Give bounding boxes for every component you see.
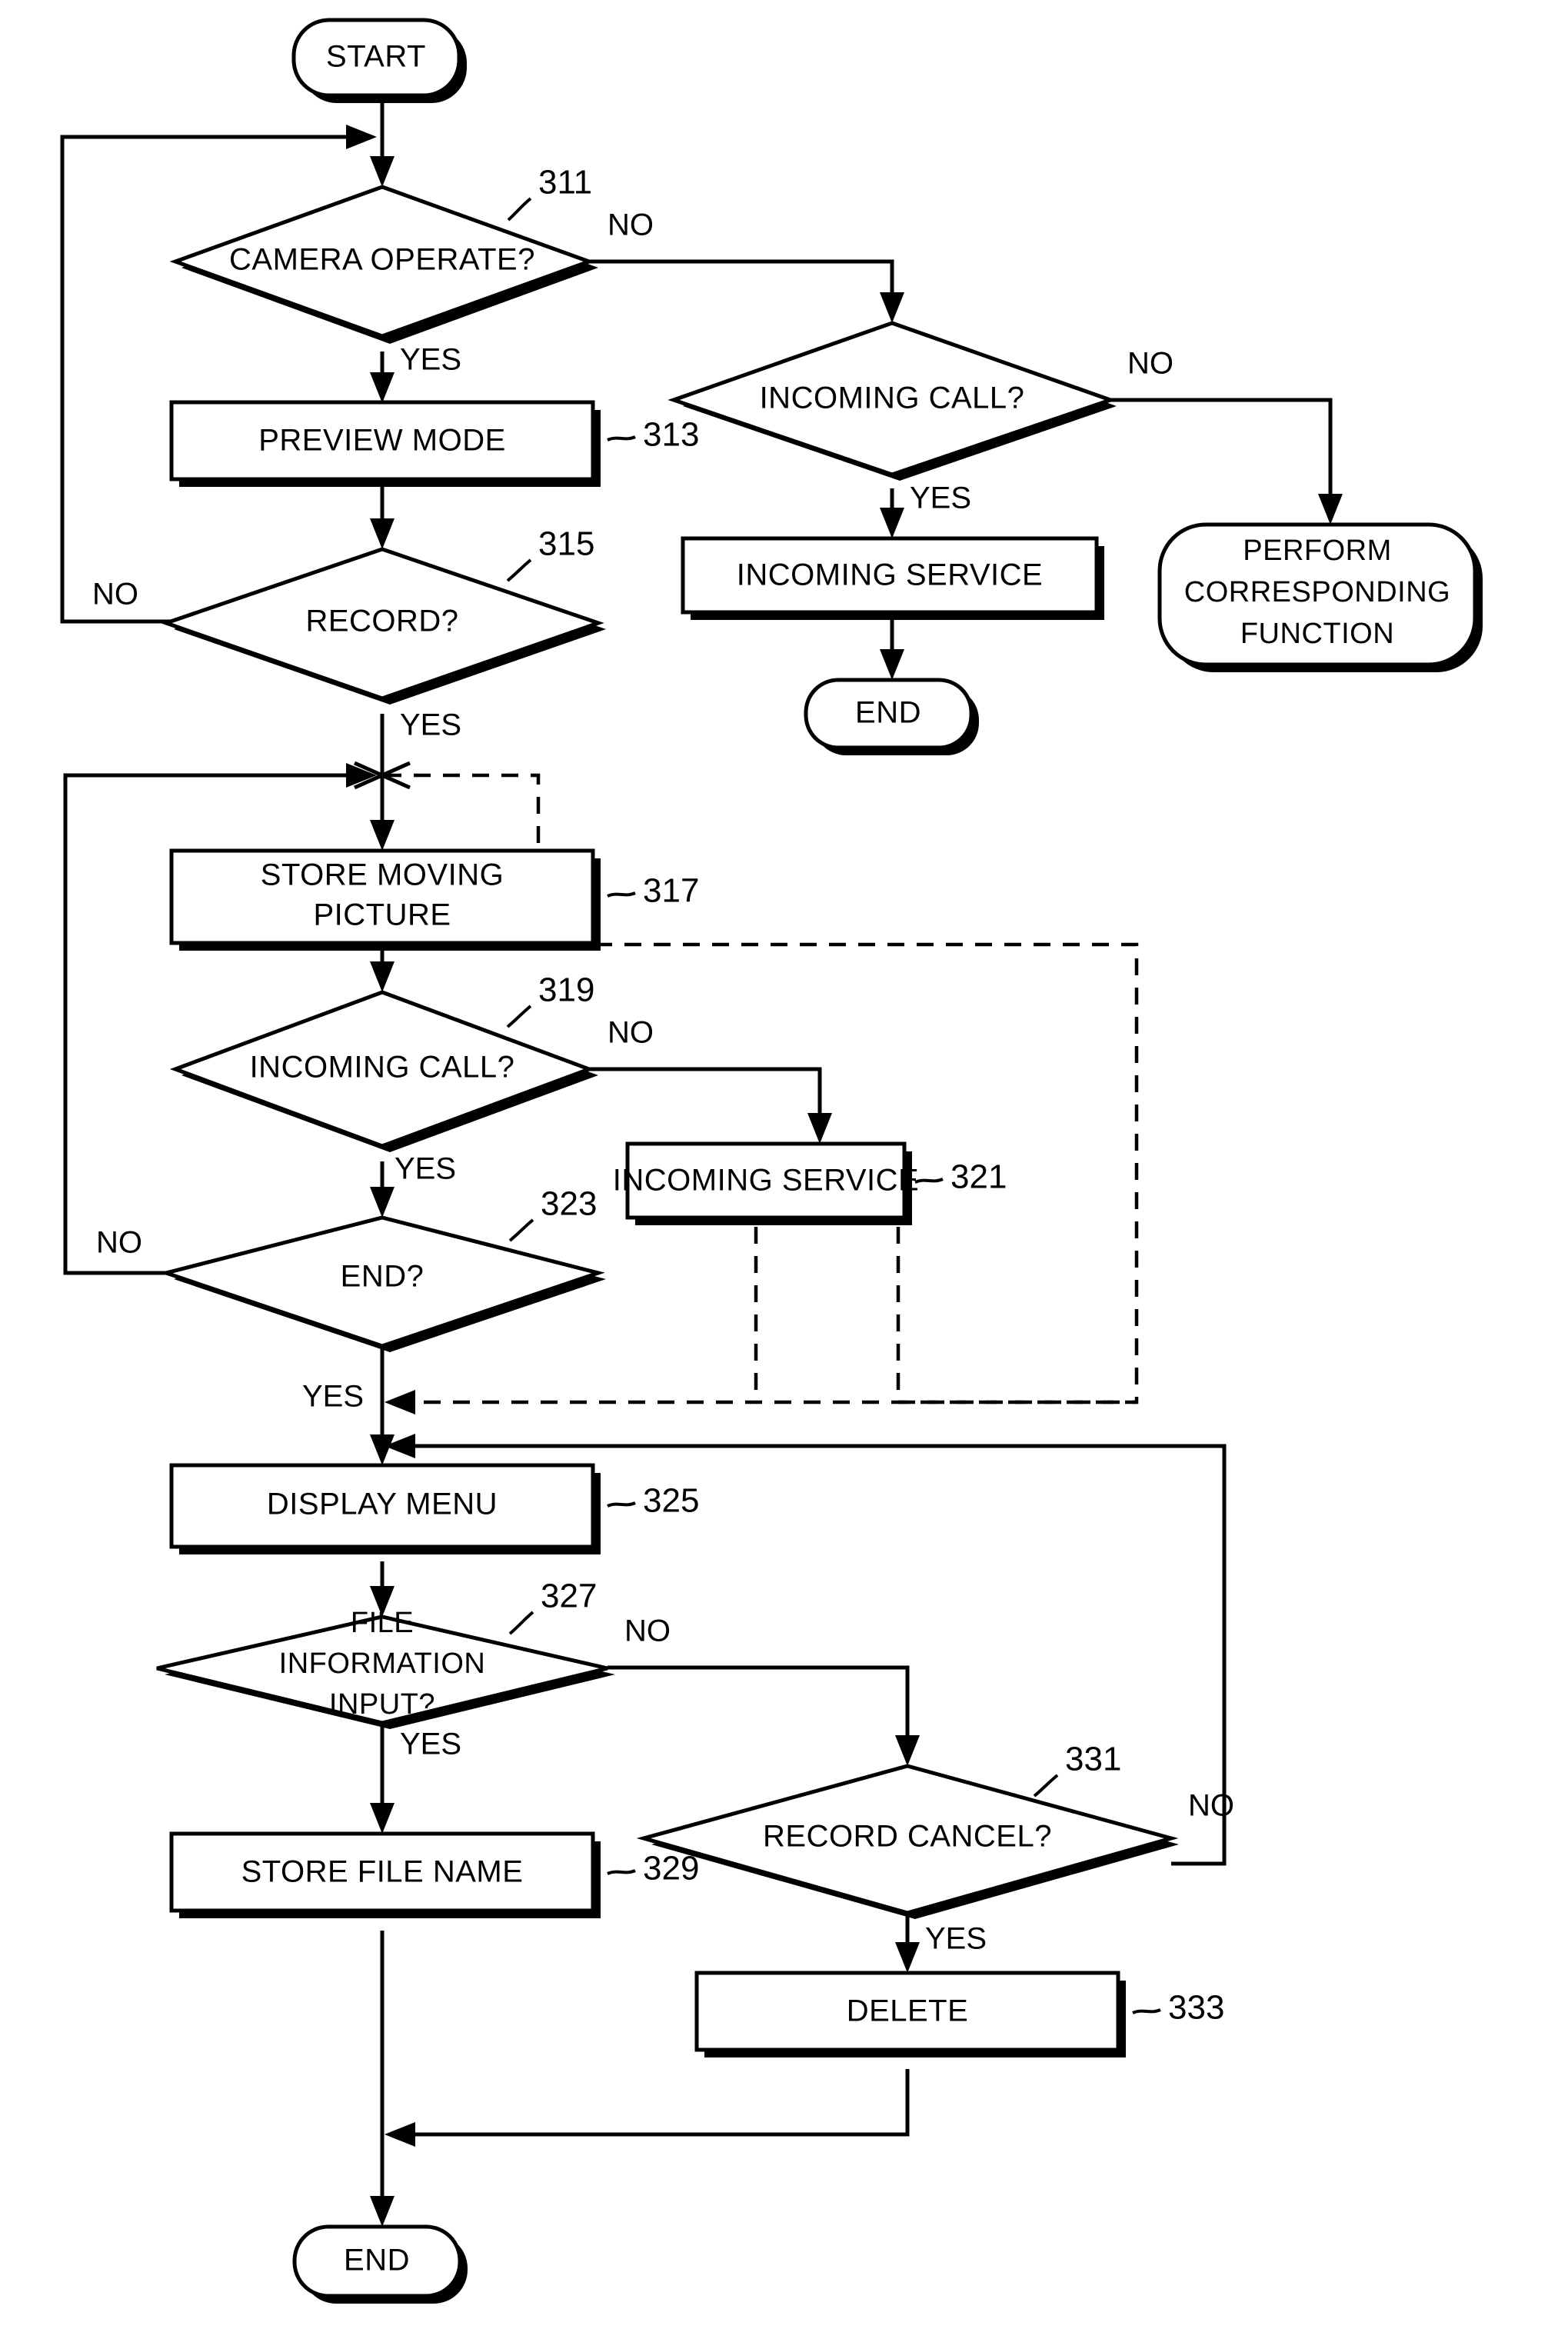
ref-327-group: 327: [508, 1578, 597, 1635]
node-record-cancel: RECORD CANCEL?: [636, 1764, 1179, 1919]
node-incoming-call-top-label: INCOMING CALL?: [760, 382, 1025, 415]
ref-319-group: 319: [506, 971, 594, 1028]
branch-label-record-cancel-no: NO: [1188, 1789, 1234, 1823]
ref-329-group: 329: [607, 1850, 699, 1888]
node-incoming-call-top: INCOMING CALL?: [667, 321, 1117, 481]
ref-331-group: 331: [1033, 1741, 1121, 1798]
connector-incoming-service-to-end: [880, 615, 904, 680]
ref-label-329: 329: [643, 1850, 699, 1888]
ref-333-group: 333: [1132, 1989, 1224, 2027]
ref-label-333: 333: [1168, 1989, 1224, 2027]
ref-label-331: 331: [1065, 1741, 1121, 1778]
node-end-top: END: [804, 678, 979, 755]
branch-label-fileinfo-yes: YES: [400, 1728, 461, 1761]
node-incoming-service-mid-label: INCOMING SERVICE: [613, 1164, 919, 1198]
connector-record-no-loopback: [60, 125, 377, 624]
node-display-menu-label: DISPLAY MENU: [267, 1488, 498, 1521]
connector-preview-to-record: [370, 483, 394, 549]
node-record-q: RECORD?: [160, 547, 606, 705]
flowchart-canvas: START CAMERA OPERATE? PREVIEW MODE RECOR…: [0, 0, 1568, 2329]
ref-323-group: 323: [508, 1185, 597, 1242]
node-incoming-call-mid: INCOMING CALL?: [169, 990, 598, 1152]
node-file-info-line1: FILE: [351, 1607, 414, 1639]
node-perform-line2: CORRESPONDING: [1184, 576, 1450, 608]
ref-label-327: 327: [541, 1578, 597, 1615]
branch-label-camera-yes: YES: [400, 343, 461, 377]
node-incoming-call-mid-label: INCOMING CALL?: [250, 1051, 515, 1085]
node-record-cancel-label: RECORD CANCEL?: [763, 1820, 1052, 1854]
node-file-info-input: FILE INFORMATION INPUT?: [156, 1607, 615, 1729]
node-preview-mode-label: PREVIEW MODE: [258, 424, 506, 458]
connector-camera-no: [589, 259, 904, 323]
connector-fileinfo-no: [608, 1665, 920, 1766]
node-delete: DELETE: [694, 1971, 1126, 2057]
node-store-file-name-label: STORE FILE NAME: [241, 1855, 524, 1889]
node-end-q: END?: [159, 1215, 606, 1352]
node-perform-line1: PERFORM: [1243, 535, 1392, 567]
branch-label-fileinfo-no: NO: [624, 1614, 671, 1648]
branch-label-incoming-top-yes: YES: [910, 481, 971, 515]
node-incoming-service-top: INCOMING SERVICE: [681, 536, 1104, 620]
connector-incoming-top-yes: [880, 488, 904, 538]
ref-325-group: 325: [607, 1482, 699, 1520]
node-display-menu: DISPLAY MENU: [169, 1463, 601, 1554]
connector-fileinfo-yes: [370, 1717, 394, 1834]
connector-camera-yes: [370, 352, 394, 403]
connector-incoming-top-no: [1110, 398, 1343, 525]
branch-label-incoming-top-no: NO: [1127, 347, 1174, 381]
node-incoming-service-mid: INCOMING SERVICE: [613, 1141, 919, 1225]
ref-label-325: 325: [643, 1482, 699, 1520]
node-end-bottom: END: [292, 2224, 468, 2304]
node-store-moving-line2: PICTURE: [313, 898, 451, 932]
node-end-q-label: END?: [341, 1260, 424, 1294]
connector-record-yes: [370, 714, 394, 851]
node-start: START: [291, 18, 467, 103]
node-perform-corresponding: PERFORM CORRESPONDING FUNCTION: [1157, 522, 1483, 672]
ref-label-319: 319: [538, 971, 594, 1009]
branch-label-record-yes: YES: [400, 708, 461, 742]
connector-start-to-camera: [370, 102, 394, 187]
branch-label-camera-no: NO: [608, 208, 654, 242]
node-store-moving-picture: STORE MOVING PICTURE: [169, 848, 601, 951]
branch-label-endq-yes: YES: [302, 1380, 364, 1414]
ref-label-317: 317: [643, 872, 699, 910]
branch-label-incoming-mid-yes: YES: [394, 1152, 456, 1186]
connector-incoming-mid-yes: [370, 1161, 394, 1218]
connector-record-cancel-yes: [895, 1913, 920, 1973]
node-camera-operate-label: CAMERA OPERATE?: [229, 243, 535, 277]
ref-label-321: 321: [950, 1158, 1007, 1196]
node-end-top-label: END: [855, 696, 921, 730]
ref-315-group: 315: [506, 525, 594, 582]
ref-313-group: 313: [607, 416, 699, 454]
flowchart-svg: START CAMERA OPERATE? PREVIEW MODE RECOR…: [60, 18, 1483, 2304]
ref-label-311: 311: [538, 164, 592, 202]
connector-storefile-to-end: [370, 1931, 394, 2227]
ref-317-group: 317: [607, 872, 699, 910]
node-record-q-label: RECORD?: [305, 605, 458, 638]
ref-label-315: 315: [538, 525, 594, 563]
ref-311-group: 311: [507, 164, 592, 222]
node-perform-line3: FUNCTION: [1240, 618, 1394, 650]
node-file-info-line2: INFORMATION: [279, 1648, 486, 1680]
node-preview-mode: PREVIEW MODE: [169, 400, 601, 487]
node-start-label: START: [326, 40, 426, 74]
branch-label-record-cancel-yes: YES: [925, 1922, 987, 1956]
connector-delete-to-end-rail: [385, 2069, 910, 2147]
connector-incoming-mid-no: [589, 1067, 832, 1144]
node-store-file-name: STORE FILE NAME: [169, 1831, 601, 1918]
node-file-info-line3: INPUT?: [329, 1688, 435, 1721]
branch-label-endq-no: NO: [96, 1226, 142, 1260]
ref-321-group: 321: [914, 1158, 1007, 1196]
node-incoming-service-top-label: INCOMING SERVICE: [737, 558, 1043, 592]
node-store-moving-line1: STORE MOVING: [261, 858, 504, 892]
branch-label-record-no: NO: [92, 578, 138, 611]
ref-label-313: 313: [643, 416, 699, 454]
node-camera-operate: CAMERA OPERATE?: [169, 185, 598, 344]
node-end-bottom-label: END: [344, 2244, 410, 2277]
node-delete-label: DELETE: [847, 1994, 969, 2028]
ref-label-323: 323: [541, 1185, 597, 1223]
branch-label-incoming-mid-no: NO: [608, 1016, 654, 1050]
dashed-loop-incoming-service-return-c: [896, 1198, 1137, 1404]
